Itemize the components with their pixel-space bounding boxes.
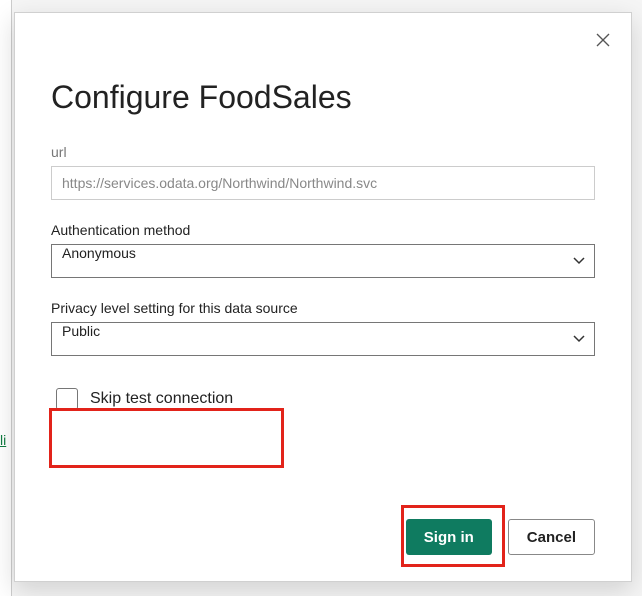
auth-field-group: Authentication method Anonymous bbox=[51, 222, 595, 278]
dialog-footer: Sign in Cancel bbox=[406, 519, 595, 555]
auth-select[interactable]: Anonymous bbox=[51, 244, 595, 278]
annotation-highlight-checkbox bbox=[49, 408, 284, 468]
auth-label: Authentication method bbox=[51, 222, 595, 238]
skip-test-label: Skip test connection bbox=[90, 390, 233, 408]
privacy-label: Privacy level setting for this data sour… bbox=[51, 300, 595, 316]
url-input[interactable] bbox=[51, 166, 595, 200]
close-icon bbox=[596, 33, 610, 50]
url-label: url bbox=[51, 144, 595, 160]
backdrop-panel bbox=[0, 0, 12, 596]
configure-dialog: Configure FoodSales url Authentication m… bbox=[14, 12, 632, 582]
privacy-field-group: Privacy level setting for this data sour… bbox=[51, 300, 595, 356]
privacy-select[interactable]: Public bbox=[51, 322, 595, 356]
close-button[interactable] bbox=[589, 27, 617, 55]
privacy-select-wrap: Public bbox=[51, 322, 595, 356]
cancel-button[interactable]: Cancel bbox=[508, 519, 595, 555]
skip-test-checkbox[interactable] bbox=[56, 388, 78, 410]
backdrop-link-fragment[interactable]: li bbox=[0, 432, 6, 448]
sign-in-button[interactable]: Sign in bbox=[406, 519, 492, 555]
skip-test-row: Skip test connection bbox=[56, 388, 233, 410]
url-field-group: url bbox=[51, 144, 595, 200]
auth-select-wrap: Anonymous bbox=[51, 244, 595, 278]
dialog-title: Configure FoodSales bbox=[51, 79, 595, 116]
